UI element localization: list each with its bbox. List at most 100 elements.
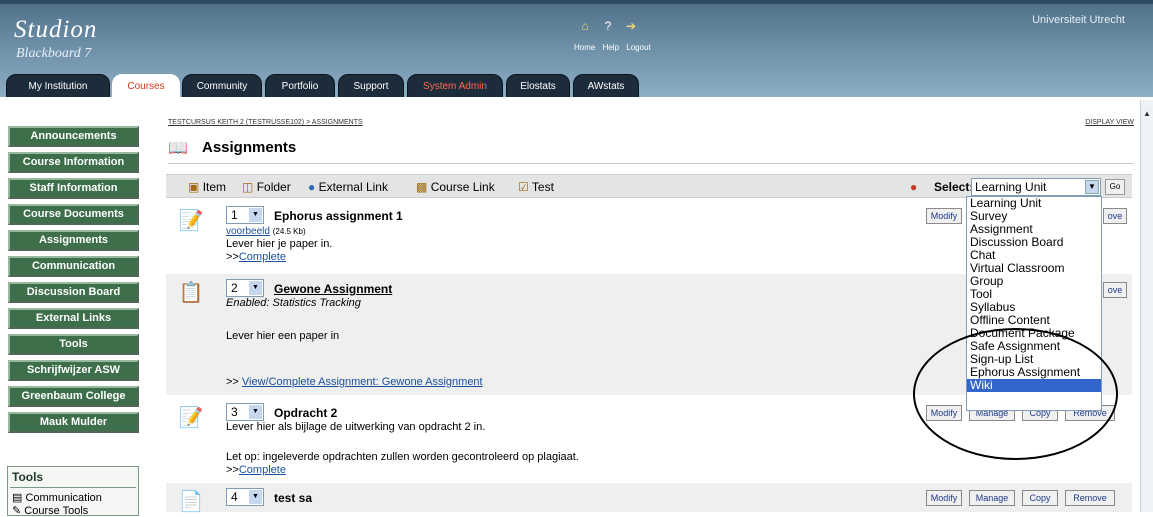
manage-button[interactable]: Manage — [969, 490, 1015, 506]
chevron-down-icon[interactable]: ▼ — [1085, 180, 1099, 194]
chevron-down-icon: ▼ — [249, 490, 262, 504]
nav-mauk-mulder[interactable]: Mauk Mulder — [8, 412, 139, 433]
add-external-link-label: External Link — [318, 180, 388, 194]
logout-link[interactable]: Logout — [626, 43, 650, 52]
item-description: Lever hier als bijlage de uitwerking van… — [226, 421, 486, 433]
tab-system-admin[interactable]: System Admin — [407, 74, 503, 98]
tool-course-tools-label: Course Tools — [24, 505, 89, 517]
home-link[interactable]: Home — [574, 43, 595, 52]
display-view-link[interactable]: DISPLAY VIEW — [1085, 119, 1134, 126]
nav-announcements[interactable]: Announcements — [8, 126, 139, 147]
item-position-value: 3 — [231, 405, 238, 419]
remove-button[interactable]: ove — [1103, 282, 1127, 298]
item-title-link[interactable]: Gewone Assignment — [274, 282, 392, 296]
tool-communication-label: Communication — [25, 492, 102, 504]
item-position-value: 2 — [231, 281, 238, 295]
communication-icon: ▤ — [12, 492, 26, 504]
test-icon: ☑ — [518, 180, 529, 194]
view-complete-line: >> View/Complete Assignment: Gewone Assi… — [226, 376, 483, 388]
home-icon[interactable]: ⌂ — [574, 19, 596, 33]
course-link-icon: ▩ — [416, 180, 428, 194]
item-description: Lever hier je paper in. — [226, 238, 333, 250]
header-banner: Studion Blackboard 7 Universiteit Utrech… — [0, 0, 1153, 100]
page-title: Assignments — [202, 139, 297, 156]
nav-external-links[interactable]: External Links — [8, 308, 139, 329]
help-link[interactable]: Help — [603, 43, 619, 52]
attachment-link[interactable]: voorbeeld — [226, 226, 270, 237]
tab-community[interactable]: Community — [182, 74, 262, 98]
item-position-select[interactable]: 1 ▼ — [226, 206, 264, 224]
logout-icon[interactable]: ➔ — [620, 19, 642, 33]
content-type-select-value: Learning Unit — [975, 180, 1047, 194]
select-add-icon: ● — [910, 180, 918, 194]
item-position-select[interactable]: 4 ▼ — [226, 488, 264, 506]
go-button[interactable]: Go — [1105, 179, 1125, 195]
add-folder-label: Folder — [256, 180, 291, 194]
help-icon[interactable]: ? — [597, 19, 619, 33]
tools-box-divider — [10, 487, 136, 488]
add-external-link-button[interactable]: ● External Link — [308, 180, 388, 194]
view-complete-link[interactable]: View/Complete Assignment: Gewone Assignm… — [242, 376, 483, 388]
scroll-up-icon[interactable]: ▲ — [1141, 108, 1153, 120]
add-folder-button[interactable]: ◫ Folder — [242, 180, 291, 194]
nav-tools[interactable]: Tools — [8, 334, 139, 355]
nav-staff-information[interactable]: Staff Information — [8, 178, 139, 199]
copy-button[interactable]: Copy — [1022, 490, 1058, 506]
tab-awstats[interactable]: AWstats — [573, 74, 639, 98]
item-title: test sa — [274, 491, 313, 505]
view-complete-prefix: >> — [226, 376, 242, 388]
tool-course-tools[interactable]: ✎ Course Tools — [12, 504, 88, 517]
complete-link[interactable]: Complete — [239, 464, 286, 476]
select-label: Select: — [934, 180, 974, 194]
course-menu: Announcements Course Information Staff I… — [0, 100, 160, 517]
tools-box: Tools ▤ Communication ✎ Course Tools — [7, 466, 139, 517]
clipboard-check-icon: 📋 — [178, 282, 204, 304]
nav-schrijfwijzer-asw[interactable]: Schrijfwijzer ASW — [8, 360, 139, 381]
breadcrumb[interactable]: TESTCURSUS KEITH 2 (TESTRUSSE102) > ASSI… — [168, 119, 363, 126]
complete-line: >>Complete — [226, 464, 286, 476]
tracking-status: Enabled: Statistics Tracking — [226, 297, 361, 309]
tab-my-institution[interactable]: My Institution — [6, 74, 110, 98]
item-position-select[interactable]: 3 ▼ — [226, 403, 264, 421]
add-course-link-button[interactable]: ▩ Course Link — [416, 180, 495, 194]
assignment-icon: 📝 — [178, 407, 204, 429]
modify-button[interactable]: Modify — [926, 208, 962, 224]
complete-prefix: >> — [226, 464, 239, 476]
add-test-button[interactable]: ☑ Test — [518, 180, 554, 194]
tool-communication[interactable]: ▤ Communication — [12, 491, 102, 504]
chevron-down-icon: ▼ — [249, 281, 262, 295]
add-course-link-label: Course Link — [430, 180, 495, 194]
complete-link[interactable]: Complete — [239, 251, 286, 263]
logo-subtitle: Blackboard 7 — [16, 46, 92, 61]
tools-box-title: Tools — [12, 470, 44, 484]
book-icon: 📖 — [168, 140, 188, 157]
nav-assignments[interactable]: Assignments — [8, 230, 139, 251]
annotation-ellipse — [913, 328, 1118, 460]
remove-button[interactable]: ove — [1103, 208, 1127, 224]
remove-button[interactable]: Remove — [1065, 490, 1115, 506]
course-tools-icon: ✎ — [12, 505, 25, 517]
content-item: 📄 4 ▼ test sa Modify Manage Copy Remove — [166, 483, 1132, 513]
nav-discussion-board[interactable]: Discussion Board — [8, 282, 139, 303]
attachment-size: (24.5 Kb) — [272, 227, 306, 236]
tab-courses[interactable]: Courses — [112, 74, 180, 98]
tab-portfolio[interactable]: Portfolio — [265, 74, 335, 98]
attachment-line: voorbeeld (24.5 Kb) — [226, 226, 306, 237]
nav-course-information[interactable]: Course Information — [8, 152, 139, 173]
vertical-scrollbar[interactable]: ▲ — [1140, 100, 1153, 512]
add-item-button[interactable]: ▣ Item — [188, 180, 226, 194]
item-position-value: 1 — [231, 208, 238, 222]
tab-support[interactable]: Support — [338, 74, 404, 98]
tab-elostats[interactable]: Elostats — [506, 74, 570, 98]
action-bar: ▣ Item ◫ Folder ● External Link ▩ Course… — [166, 174, 1132, 198]
add-item-label: Item — [202, 180, 227, 194]
nav-greenbaum-college[interactable]: Greenbaum College — [8, 386, 139, 407]
globe-icon: ● — [308, 180, 316, 194]
content-type-select[interactable]: Learning Unit ▼ — [971, 178, 1101, 196]
nav-course-documents[interactable]: Course Documents — [8, 204, 139, 225]
add-test-label: Test — [531, 180, 554, 194]
nav-communication[interactable]: Communication — [8, 256, 139, 277]
item-position-select[interactable]: 2 ▼ — [226, 279, 264, 297]
item-title: Opdracht 2 — [274, 406, 338, 420]
modify-button[interactable]: Modify — [926, 490, 962, 506]
